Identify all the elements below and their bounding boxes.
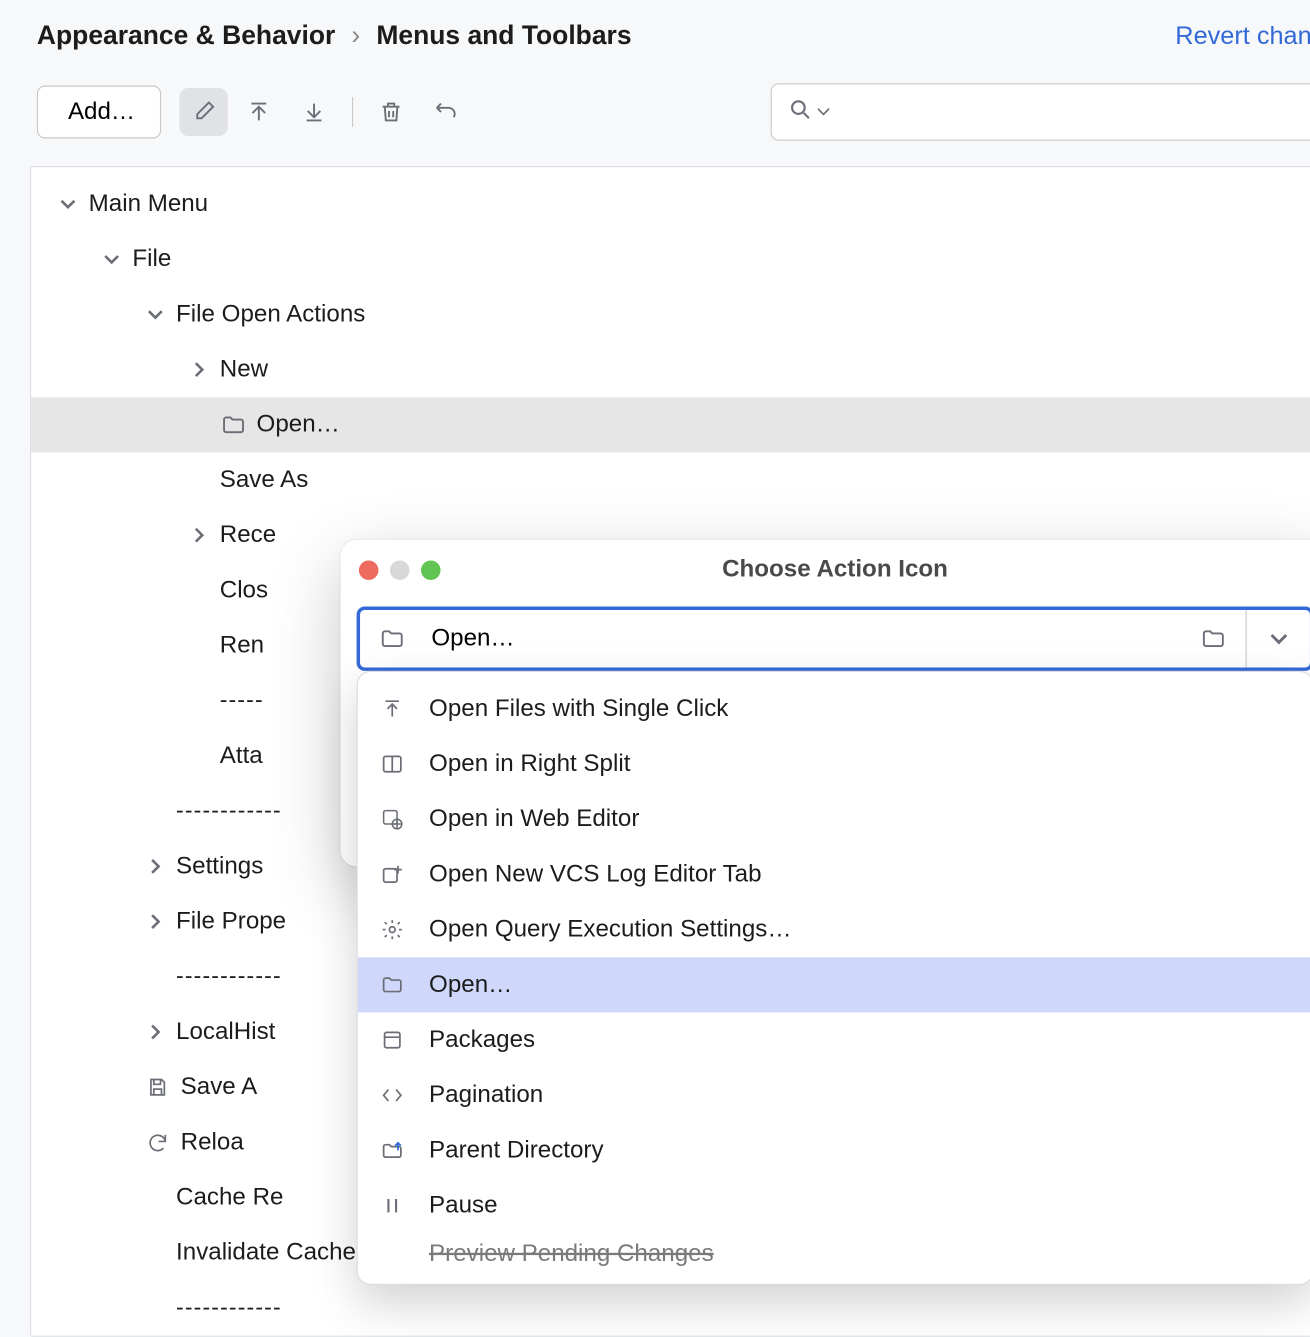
tree-label: Atta <box>220 742 263 770</box>
tree-label: Clos <box>220 577 268 605</box>
eye-icon <box>378 1240 406 1268</box>
tree-label: Save A <box>181 1073 258 1101</box>
tree-label: File <box>132 245 171 273</box>
tree-label: ------------ <box>176 1295 282 1321</box>
search-input[interactable] <box>834 100 1310 124</box>
dd-label: Pause <box>429 1192 497 1220</box>
globe-box-icon <box>378 805 406 833</box>
chevron-right-icon[interactable] <box>144 910 167 933</box>
dd-item-open-vcs-log-tab[interactable]: Open New VCS Log Editor Tab <box>358 847 1310 902</box>
package-icon <box>378 1026 406 1054</box>
revert-changes-link[interactable]: Revert changes <box>1175 21 1310 51</box>
tree-label: LocalHist <box>176 1018 275 1046</box>
folder-icon <box>220 411 248 439</box>
dd-item-open-web-editor[interactable]: Open in Web Editor <box>358 792 1310 847</box>
move-up-button[interactable] <box>235 88 283 136</box>
chevron-down-icon[interactable] <box>100 248 123 271</box>
tree-node-new[interactable]: New <box>31 342 1310 397</box>
dd-label: Packages <box>429 1026 535 1054</box>
tree-label: Main Menu <box>89 190 208 218</box>
combo-value: Open… <box>431 625 514 653</box>
split-icon <box>378 750 406 778</box>
search-input-container[interactable] <box>771 83 1310 141</box>
dd-label: Pagination <box>429 1081 543 1109</box>
tree-node-open[interactable]: Open… <box>31 397 1310 452</box>
dd-label: Parent Directory <box>429 1137 603 1165</box>
tree-node-file-open-actions[interactable]: File Open Actions <box>31 287 1310 342</box>
search-dropdown-icon[interactable] <box>818 101 830 124</box>
chevron-right-icon[interactable] <box>144 855 167 878</box>
tree-label: ------------ <box>176 964 282 990</box>
folder-up-icon <box>378 1137 406 1165</box>
window-controls[interactable] <box>359 560 441 580</box>
dd-item-packages[interactable]: Packages <box>358 1012 1310 1067</box>
minimize-window-icon <box>390 560 410 580</box>
tree-label: ------------ <box>176 798 282 824</box>
close-window-icon[interactable] <box>359 560 379 580</box>
tree-node-file[interactable]: File <box>31 232 1310 287</box>
revert-button[interactable] <box>423 88 471 136</box>
tree-label: Open… <box>257 411 340 439</box>
dd-item-open[interactable]: Open… <box>358 957 1310 1012</box>
breadcrumb-current: Menus and Toolbars <box>376 20 631 51</box>
pagination-icon <box>378 1081 406 1109</box>
tree-node-save-as[interactable]: Save As <box>31 452 1310 507</box>
tree-label: Ren <box>220 632 264 660</box>
dd-item-open-right-split[interactable]: Open in Right Split <box>358 736 1310 791</box>
tree-label: File Open Actions <box>176 301 365 329</box>
dd-label: Open… <box>429 971 512 999</box>
browse-icon[interactable] <box>1181 626 1245 651</box>
edit-icon-button[interactable] <box>180 88 228 136</box>
folder-icon <box>378 625 406 653</box>
dd-label: Open New VCS Log Editor Tab <box>429 861 761 889</box>
chevron-down-icon[interactable] <box>56 193 79 216</box>
breadcrumb-parent[interactable]: Appearance & Behavior <box>37 20 335 51</box>
dialog-title: Choose Action Icon <box>341 556 1310 584</box>
chevron-right-icon[interactable] <box>144 1021 167 1044</box>
chevron-down-icon[interactable] <box>144 303 167 326</box>
box-plus-icon <box>378 861 406 889</box>
icon-combo[interactable]: Open… <box>357 607 1310 671</box>
save-icon <box>144 1073 172 1101</box>
delete-button[interactable] <box>367 88 415 136</box>
tree-label: Settings <box>176 853 263 881</box>
tree-label: Cache Re <box>176 1184 283 1212</box>
breadcrumb-separator: › <box>351 20 360 51</box>
maximize-window-icon[interactable] <box>421 560 441 580</box>
dd-item-parent-directory[interactable]: Parent Directory <box>358 1123 1310 1178</box>
tree-label: ----- <box>220 688 264 714</box>
tree-node-main-menu[interactable]: Main Menu <box>31 176 1310 231</box>
arrow-up-bar-icon <box>378 695 406 723</box>
dd-label: Open Query Execution Settings… <box>429 916 791 944</box>
toolbar-separator <box>352 97 353 127</box>
dd-label: Open in Right Split <box>429 750 630 778</box>
dd-item-open-files-single-click[interactable]: Open Files with Single Click <box>358 681 1310 736</box>
dd-item-pause[interactable]: Pause <box>358 1178 1310 1233</box>
gear-icon <box>378 916 406 944</box>
dd-item-preview-pending[interactable]: Preview Pending Changes <box>358 1233 1310 1274</box>
search-icon <box>788 96 813 127</box>
move-down-button[interactable] <box>290 88 338 136</box>
choose-action-icon-dialog: Choose Action Icon Open… Open Files with… <box>341 540 1310 867</box>
tree-separator: ------------ <box>31 1280 1310 1335</box>
tree-label: Rece <box>220 521 276 549</box>
add-button[interactable]: Add… <box>37 86 162 139</box>
chevron-right-icon[interactable] <box>188 358 211 381</box>
dd-item-open-query-settings[interactable]: Open Query Execution Settings… <box>358 902 1310 957</box>
tree-label: Save As <box>220 466 309 494</box>
combo-toggle[interactable] <box>1246 610 1310 668</box>
chevron-right-icon[interactable] <box>188 524 211 547</box>
pause-icon <box>378 1192 406 1220</box>
dd-label: Open in Web Editor <box>429 805 639 833</box>
tree-label: New <box>220 356 268 384</box>
dd-label: Preview Pending Changes <box>429 1240 714 1268</box>
breadcrumb: Appearance & Behavior › Menus and Toolba… <box>37 20 632 51</box>
dd-item-pagination[interactable]: Pagination <box>358 1068 1310 1123</box>
reload-icon <box>144 1129 172 1157</box>
dd-label: Open Files with Single Click <box>429 695 728 723</box>
tree-label: Reloa <box>181 1129 244 1157</box>
tree-label: File Prope <box>176 908 286 936</box>
icon-dropdown[interactable]: Open Files with Single Click Open in Rig… <box>357 671 1310 1285</box>
folder-icon <box>378 971 406 999</box>
